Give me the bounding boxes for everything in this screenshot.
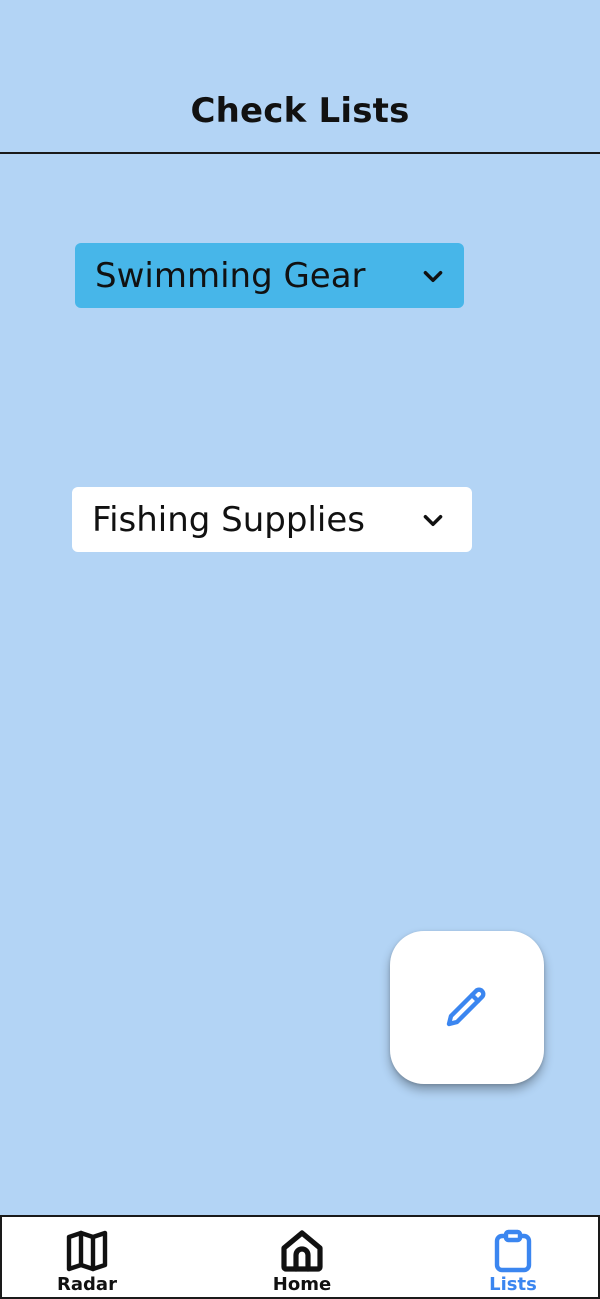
nav-item-lists[interactable]: Lists (443, 1217, 583, 1297)
nav-label: Home (272, 1274, 332, 1295)
clipboard-icon (494, 1229, 532, 1273)
page-title: Check Lists (190, 91, 410, 131)
chevron-down-icon (423, 271, 443, 283)
chevron-down-icon (423, 515, 443, 527)
list-dropdown-swimming-gear[interactable]: Swimming Gear (75, 243, 464, 308)
edit-lists-button[interactable] (390, 931, 544, 1084)
header-bar: Check Lists (0, 0, 600, 154)
bottom-nav: Radar Home Lists (0, 1215, 600, 1299)
nav-label: Radar (57, 1274, 117, 1295)
pencil-icon (446, 987, 486, 1026)
map-icon (66, 1230, 108, 1272)
nav-item-home[interactable]: Home (232, 1217, 372, 1297)
nav-item-radar[interactable]: Radar (17, 1217, 157, 1297)
list-dropdown-label: Fishing Supplies (92, 499, 365, 540)
home-icon (281, 1230, 323, 1272)
list-dropdown-fishing-supplies[interactable]: Fishing Supplies (72, 487, 472, 552)
nav-label: Lists (489, 1274, 537, 1295)
list-dropdown-label: Swimming Gear (95, 255, 366, 296)
